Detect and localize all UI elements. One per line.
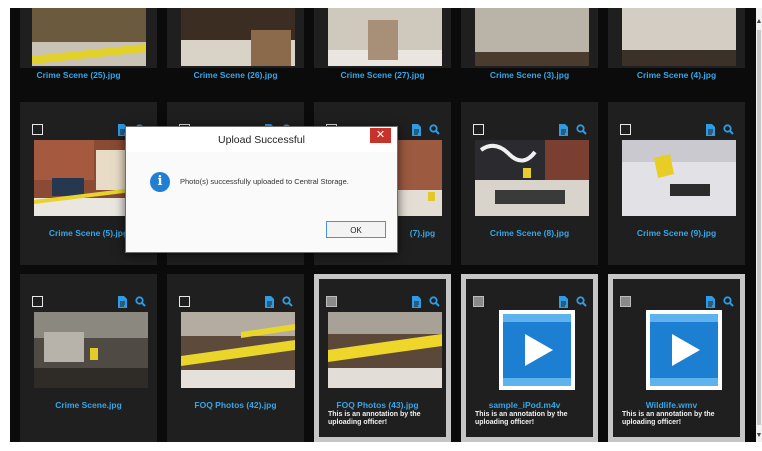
document-icon[interactable] — [703, 122, 717, 137]
gallery-tile[interactable]: Crime Scene (4).jpg — [608, 8, 745, 80]
photo-thumbnail[interactable] — [181, 8, 295, 66]
crime-scene-photo — [32, 8, 146, 66]
tile-actions — [703, 122, 735, 137]
file-name: Crime Scene (25).jpg — [36, 70, 121, 80]
file-name: Crime Scene (9).jpg — [636, 228, 717, 238]
photo-thumbnail[interactable] — [622, 140, 736, 216]
photo-thumbnail[interactable] — [475, 8, 589, 66]
crime-scene-photo — [622, 140, 736, 216]
file-name: Crime Scene (3).jpg — [489, 70, 570, 80]
dialog-message: Photo(s) successfully uploaded to Centra… — [180, 177, 349, 186]
file-name: FOQ Photos (42).jpg — [194, 400, 277, 410]
gallery-tile[interactable]: Crime Scene (3).jpg — [461, 8, 598, 80]
magnifier-icon[interactable] — [721, 294, 735, 309]
play-icon — [499, 310, 575, 390]
file-name: Crime Scene (4).jpg — [636, 70, 717, 80]
document-icon[interactable] — [409, 122, 423, 137]
magnifier-icon[interactable] — [280, 294, 294, 309]
file-name: Crime Scene.jpg — [55, 400, 122, 410]
select-checkbox[interactable] — [620, 296, 631, 307]
scroll-up-arrow-icon[interactable]: ▲ — [755, 18, 762, 26]
photo-thumbnail[interactable] — [328, 312, 442, 388]
upload-successful-dialog: Upload Successful ✕ i Photo(s) successfu… — [125, 126, 398, 253]
dialog-title: Upload Successful — [126, 127, 397, 151]
annotation-text: This is an annotation by the uploading o… — [622, 411, 715, 426]
crime-scene-photo — [34, 312, 148, 388]
dialog-body: i Photo(s) successfully uploaded to Cent… — [126, 152, 397, 252]
photo-thumbnail[interactable] — [32, 8, 146, 66]
tile-actions — [262, 294, 294, 309]
select-checkbox[interactable] — [179, 296, 190, 307]
bottom-strip — [0, 442, 762, 451]
select-checkbox[interactable] — [473, 124, 484, 135]
document-icon[interactable] — [556, 294, 570, 309]
document-icon[interactable] — [409, 294, 423, 309]
tile-actions — [703, 294, 735, 309]
document-icon[interactable] — [703, 294, 717, 309]
photo-thumbnail[interactable] — [475, 140, 589, 216]
select-checkbox[interactable] — [473, 296, 484, 307]
file-name: Crime Scene (26).jpg — [193, 70, 278, 80]
crime-scene-photo — [622, 8, 736, 66]
crime-scene-photo — [181, 312, 295, 388]
file-name: sample_iPod.m4v — [488, 400, 561, 410]
magnifier-icon[interactable] — [574, 122, 588, 137]
magnifier-icon[interactable] — [133, 294, 147, 309]
scrollbar-thumb[interactable] — [757, 30, 761, 425]
gallery-tile[interactable]: Crime Scene (27).jpg — [314, 8, 451, 80]
document-icon[interactable] — [262, 294, 276, 309]
photo-thumbnail[interactable] — [34, 312, 148, 388]
play-icon — [646, 310, 722, 390]
select-checkbox[interactable] — [32, 124, 43, 135]
select-checkbox[interactable] — [32, 296, 43, 307]
scroll-down-arrow-icon[interactable]: ▼ — [755, 432, 762, 440]
magnifier-icon[interactable] — [574, 294, 588, 309]
select-checkbox[interactable] — [620, 124, 631, 135]
gallery-tile-selected[interactable]: FOQ Photos (43).jpg This is an annotatio… — [314, 274, 451, 442]
document-icon[interactable] — [556, 122, 570, 137]
close-icon[interactable]: ✕ — [370, 128, 391, 143]
magnifier-icon[interactable] — [721, 122, 735, 137]
file-name: FOQ Photos (43).jpg — [336, 400, 419, 410]
ok-button[interactable]: OK — [326, 221, 386, 238]
select-checkbox[interactable] — [326, 296, 337, 307]
document-icon[interactable] — [115, 294, 129, 309]
photo-thumbnail[interactable] — [181, 312, 295, 388]
video-thumbnail[interactable] — [646, 310, 722, 390]
tile-actions — [409, 294, 441, 309]
tile-actions — [115, 294, 147, 309]
crime-scene-photo — [475, 8, 589, 66]
magnifier-icon[interactable] — [427, 122, 441, 137]
info-icon: i — [150, 172, 170, 192]
crime-scene-photo — [181, 8, 295, 66]
gallery-tile[interactable]: Crime Scene (26).jpg — [167, 8, 304, 80]
gallery-tile[interactable]: Crime Scene (9).jpg — [608, 102, 745, 265]
file-name: Crime Scene (27).jpg — [340, 70, 425, 80]
tile-actions — [556, 122, 588, 137]
annotation-text: This is an annotation by the uploading o… — [475, 411, 568, 426]
file-name: Wildlife.wmv — [645, 400, 698, 410]
file-name: Crime Scene (8).jpg — [489, 228, 570, 238]
gallery-tile-selected[interactable]: Wildlife.wmv This is an annotation by th… — [608, 274, 745, 442]
crime-scene-photo — [328, 8, 442, 66]
photo-thumbnail[interactable] — [622, 8, 736, 66]
gallery-tile[interactable]: Crime Scene (8).jpg — [461, 102, 598, 265]
gallery-tile-selected[interactable]: sample_iPod.m4v This is an annotation by… — [461, 274, 598, 442]
crime-scene-photo — [475, 140, 589, 216]
annotation-text: This is an annotation by the uploading o… — [328, 411, 421, 426]
photo-gallery-app: Crime Scene (25).jpg Crime Scene (26).jp… — [0, 0, 762, 451]
gallery-tile[interactable]: FOQ Photos (42).jpg — [167, 274, 304, 442]
video-thumbnail[interactable] — [499, 310, 575, 390]
gallery-tile[interactable]: Crime Scene (25).jpg — [20, 8, 157, 80]
tile-actions — [556, 294, 588, 309]
gallery-tile[interactable]: Crime Scene.jpg — [20, 274, 157, 442]
crime-scene-photo — [328, 312, 442, 388]
magnifier-icon[interactable] — [427, 294, 441, 309]
tile-actions — [409, 122, 441, 137]
photo-thumbnail[interactable] — [328, 8, 442, 66]
